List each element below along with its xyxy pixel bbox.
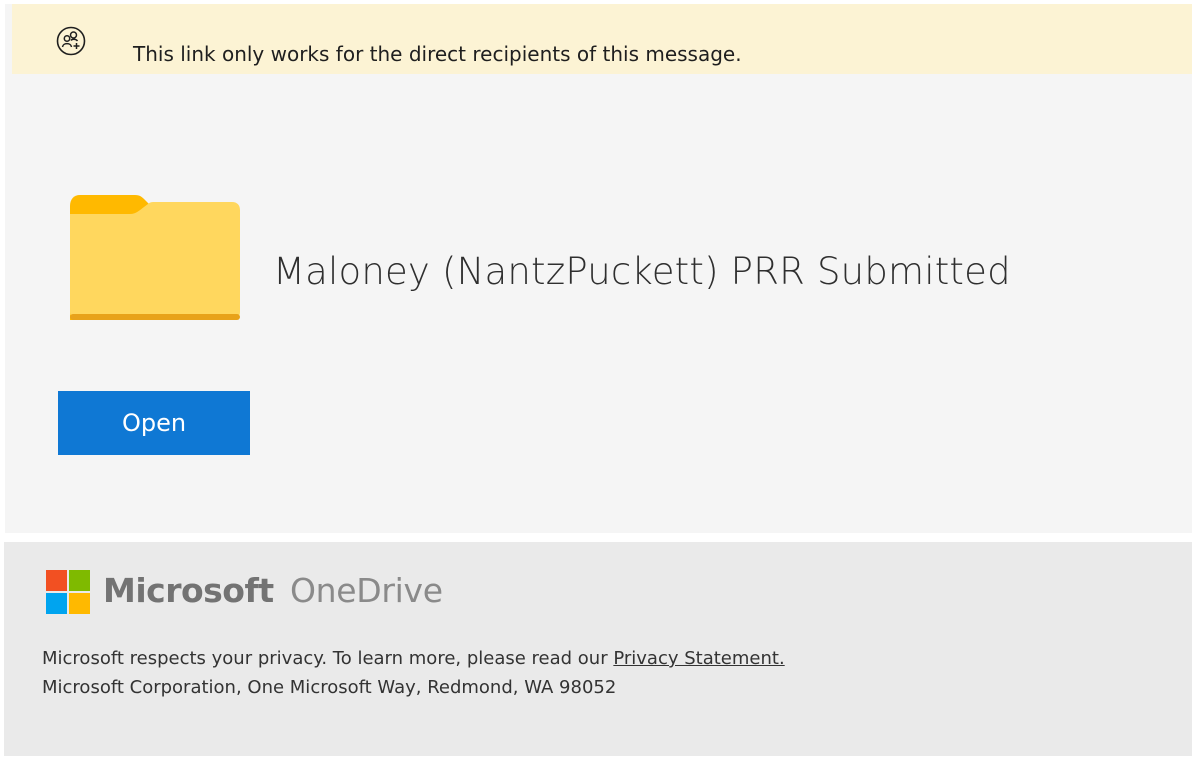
privacy-notice-text: Microsoft respects your privacy. To lear… — [42, 648, 614, 669]
microsoft-logo-icon — [46, 570, 90, 614]
email-body: This link only works for the direct reci… — [0, 0, 1196, 761]
open-button[interactable]: Open — [58, 391, 250, 455]
logo-blue-square — [46, 593, 67, 614]
brand-microsoft: Microsoft — [103, 571, 274, 610]
logo-green-square — [69, 570, 90, 591]
footer: Microsoft OneDrive Microsoft respects yo… — [4, 542, 1192, 756]
shared-item-name[interactable]: Maloney (NantzPuckett) PRR Submitted — [273, 250, 1011, 293]
recipient-notice-text: This link only works for the direct reci… — [133, 42, 742, 66]
privacy-statement-link[interactable]: Privacy Statement. — [613, 648, 784, 669]
restricted-people-icon — [56, 26, 86, 56]
folder-icon — [70, 195, 240, 320]
brand-onedrive: OneDrive — [290, 571, 443, 610]
logo-yellow-square — [69, 593, 90, 614]
logo-red-square — [46, 570, 67, 591]
company-address: Microsoft Corporation, One Microsoft Way… — [42, 677, 617, 698]
privacy-notice: Microsoft respects your privacy. To lear… — [42, 648, 785, 669]
